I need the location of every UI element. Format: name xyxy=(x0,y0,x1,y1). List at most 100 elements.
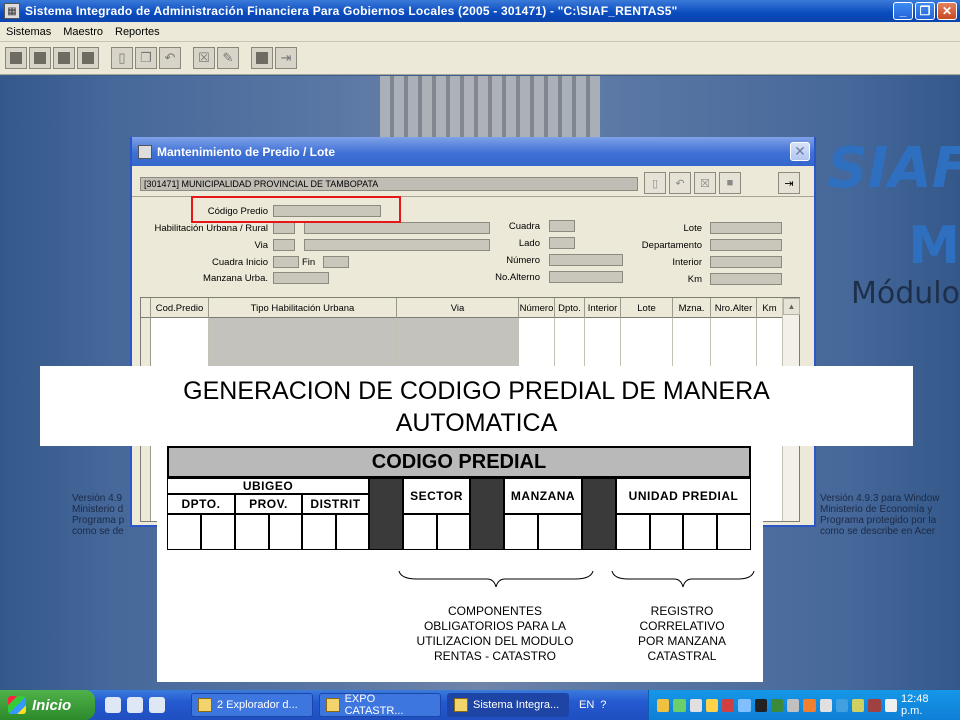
code-digit-cell xyxy=(302,514,336,550)
language-indicator[interactable]: EN ? xyxy=(579,699,606,711)
col-km[interactable]: Km xyxy=(757,298,783,318)
tray-icon[interactable] xyxy=(835,698,849,712)
tray-icon[interactable] xyxy=(819,698,832,712)
dialog-toolbar: ▯ ↶ ☒ ■ ⇥ xyxy=(644,172,800,194)
prov-header: PROV. xyxy=(235,494,302,514)
outlook-icon[interactable] xyxy=(149,697,165,713)
col-nro-alter[interactable]: Nro.Alter xyxy=(711,298,757,318)
app-icon: ▦ xyxy=(4,3,20,19)
stop-record-icon[interactable]: ■ xyxy=(719,172,741,194)
tray-icon[interactable] xyxy=(673,698,686,712)
siaf-logo: SIAF xyxy=(827,136,960,201)
code-digit-cell xyxy=(717,514,751,550)
dialog-title: Mantenimiento de Predio / Lote xyxy=(157,144,336,159)
code-digit-cell xyxy=(403,514,437,550)
cuadra-field[interactable] xyxy=(549,220,575,232)
toolbar-button-3[interactable] xyxy=(53,47,75,69)
col-dpto[interactable]: Dpto. xyxy=(555,298,585,318)
new-record-icon[interactable]: ▯ xyxy=(644,172,666,194)
tray-icon[interactable] xyxy=(754,698,767,712)
taskbar: Inicio 2 Explorador d... EXPO CATASTR...… xyxy=(0,690,960,720)
menu-sistemas[interactable]: Sistemas xyxy=(6,26,51,38)
clock: 12:48 p.m. xyxy=(900,693,929,717)
km-field[interactable] xyxy=(710,273,782,285)
code-digit-cell xyxy=(269,514,302,550)
toolbar-button-2[interactable] xyxy=(29,47,51,69)
col-tipo-habilitacion[interactable]: Tipo Habilitación Urbana xyxy=(209,298,397,318)
departamento-field[interactable] xyxy=(710,239,782,251)
stop-icon[interactable] xyxy=(251,47,273,69)
label-no-alterno: No.Alterno xyxy=(495,272,540,283)
habilitacion-field[interactable] xyxy=(304,222,490,234)
label-numero: Número xyxy=(506,255,540,266)
help-icon[interactable]: ? xyxy=(600,699,606,711)
delete-icon[interactable]: ☒ xyxy=(193,47,215,69)
label-cuadra-inicio: Cuadra Inicio xyxy=(212,257,268,268)
new-document-icon[interactable]: ▯ xyxy=(111,47,133,69)
brace-componentes xyxy=(398,570,594,588)
undo-icon[interactable]: ↶ xyxy=(159,47,181,69)
col-numero[interactable]: Número xyxy=(519,298,555,318)
interior-field[interactable] xyxy=(710,256,782,268)
col-cod-predio[interactable]: Cod.Predio xyxy=(151,298,209,318)
via-field[interactable] xyxy=(304,239,490,251)
label-fin: Fin xyxy=(302,257,316,268)
label-lote: Lote xyxy=(683,223,703,234)
via-code-field[interactable] xyxy=(273,239,295,251)
col-mzna[interactable]: Mzna. xyxy=(673,298,711,318)
lote-field[interactable] xyxy=(710,222,782,234)
col-interior[interactable]: Interior xyxy=(585,298,621,318)
delete-record-icon[interactable]: ☒ xyxy=(694,172,716,194)
scroll-up-icon[interactable]: ▲ xyxy=(783,298,800,315)
tray-icon[interactable] xyxy=(689,698,702,712)
label-habilitacion: Habilitación Urbana / Rural xyxy=(154,223,268,234)
powerpoint-icon xyxy=(326,698,340,712)
banner-line-1: GENERACION DE CODIGO PREDIAL DE MANERA xyxy=(183,377,770,405)
task-explorer[interactable]: 2 Explorador d... xyxy=(191,693,313,717)
toolbar-button-4[interactable] xyxy=(77,47,99,69)
undo-record-icon[interactable]: ↶ xyxy=(669,172,691,194)
tray-icon[interactable] xyxy=(787,698,800,712)
minimize-button[interactable]: _ xyxy=(893,2,913,20)
module-text: Módulo xyxy=(851,276,960,311)
componentes-text: COMPONENTES OBLIGATORIOS PARA LA UTILIZA… xyxy=(416,604,574,663)
entity-field: [301471] MUNICIPALIDAD PROVINCIAL DE TAM… xyxy=(140,177,638,191)
restore-button[interactable]: ❐ xyxy=(915,2,935,20)
menu-bar: Sistemas Maestro Reportes xyxy=(0,22,960,42)
dialog-close-button[interactable]: ✕ xyxy=(790,142,810,161)
tray-icon[interactable] xyxy=(770,698,784,712)
no-alterno-field[interactable] xyxy=(549,271,623,283)
tray-icon[interactable] xyxy=(738,698,751,712)
tray-icon[interactable] xyxy=(852,698,865,712)
tray-icon[interactable] xyxy=(868,698,881,712)
start-button[interactable]: Inicio xyxy=(0,690,95,720)
menu-reportes[interactable]: Reportes xyxy=(115,26,160,38)
code-digit-cell xyxy=(616,514,650,550)
desktop-icon[interactable] xyxy=(127,697,143,713)
tray-icon[interactable] xyxy=(884,698,897,712)
task-expo-catastro[interactable]: EXPO CATASTR... xyxy=(319,693,441,717)
task-sistema-integrado[interactable]: Sistema Integra... xyxy=(447,693,569,717)
tray-icon[interactable] xyxy=(657,698,670,712)
edit-icon[interactable]: ✎ xyxy=(217,47,239,69)
col-lote[interactable]: Lote xyxy=(621,298,673,318)
exit-icon[interactable]: ⇥ xyxy=(275,47,297,69)
menu-maestro[interactable]: Maestro xyxy=(63,26,103,38)
tray-icon[interactable] xyxy=(705,698,719,712)
numero-field[interactable] xyxy=(549,254,623,266)
cuadra-inicio-field[interactable] xyxy=(273,256,299,268)
toolbar-button-1[interactable] xyxy=(5,47,27,69)
manzana-field[interactable] xyxy=(273,272,329,284)
ie-icon[interactable] xyxy=(105,697,121,713)
dpto-header: DPTO. xyxy=(167,494,235,514)
col-via[interactable]: Via xyxy=(397,298,519,318)
fin-field[interactable] xyxy=(323,256,349,268)
copy-icon[interactable]: ❐ xyxy=(135,47,157,69)
habilitacion-code-field[interactable] xyxy=(273,222,295,234)
tray-icon[interactable] xyxy=(722,698,735,712)
label-manzana: Manzana Urba. xyxy=(203,273,268,284)
close-button[interactable]: ✕ xyxy=(937,2,957,20)
lado-field[interactable] xyxy=(549,237,575,249)
dialog-exit-icon[interactable]: ⇥ xyxy=(778,172,800,194)
tray-icon[interactable] xyxy=(803,698,816,712)
